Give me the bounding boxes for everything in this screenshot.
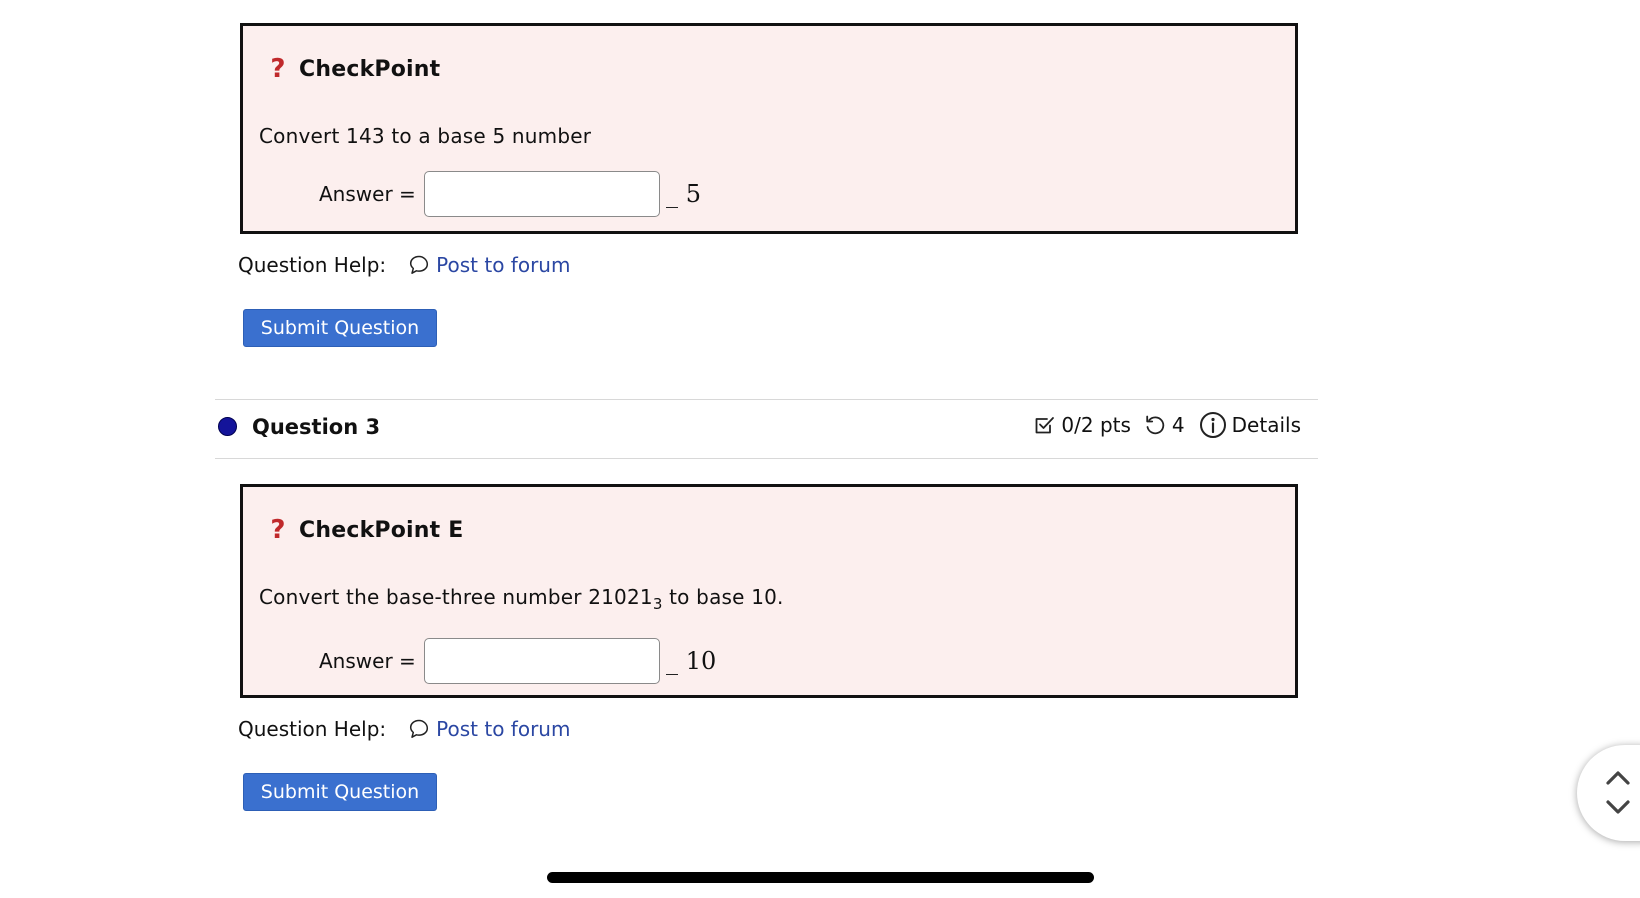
prompt-suffix: to base 10. <box>662 585 784 609</box>
question-3-header: Question 3 0/2 pts 4 Details <box>215 398 1303 458</box>
question-3-title-text: CheckPoint E <box>299 517 464 543</box>
question-2-title-text: CheckPoint <box>299 56 441 82</box>
question-3-prompt: Convert the base-three number 210213 to … <box>259 585 784 612</box>
chevron-up-icon <box>1606 771 1630 785</box>
question-3-answer-input[interactable] <box>423 638 660 684</box>
question-2-answer-input[interactable] <box>423 171 660 217</box>
base-underscore <box>665 207 678 208</box>
question-mark-icon: ? <box>270 515 286 545</box>
question-3-help-row: Question Help: Post to forum <box>238 717 570 741</box>
points-indicator: 0/2 pts <box>1032 413 1131 437</box>
submit-question-3-button[interactable]: Submit Question <box>243 773 437 811</box>
question-2-box: ? CheckPoint Convert 143 to a base 5 num… <box>240 23 1298 234</box>
checkbox-icon <box>1036 417 1055 434</box>
base-underscore <box>665 674 678 675</box>
details-text: Details <box>1231 413 1301 437</box>
divider-bottom <box>215 458 1318 459</box>
post-to-forum-text: Post to forum <box>436 717 571 741</box>
answer-label: Answer = <box>319 182 416 206</box>
scroll-widget <box>1577 745 1640 841</box>
points-text: 0/2 pts <box>1061 413 1131 437</box>
scroll-down-button[interactable] <box>1603 795 1633 819</box>
question-3-box: ? CheckPoint E Convert the base-three nu… <box>240 484 1298 698</box>
submit-question-2-button[interactable]: Submit Question <box>243 309 437 347</box>
question-3-meta: 0/2 pts 4 Details <box>1032 411 1301 439</box>
attempts-indicator: 4 <box>1143 413 1185 437</box>
post-to-forum-text: Post to forum <box>436 253 571 277</box>
post-to-forum-link[interactable]: Post to forum <box>408 717 570 741</box>
question-3-label: Question 3 <box>252 415 381 439</box>
question-help-label: Question Help: <box>238 717 387 741</box>
attempts-text: 4 <box>1171 413 1185 437</box>
prompt-subscript: 3 <box>652 595 663 613</box>
speech-bubble-icon <box>410 719 429 738</box>
post-to-forum-link[interactable]: Post to forum <box>408 253 570 277</box>
details-button[interactable]: Details <box>1199 411 1301 439</box>
base-value: 5 <box>685 180 702 208</box>
scroll-up-button[interactable] <box>1603 766 1633 790</box>
answer-label: Answer = <box>319 649 416 673</box>
speech-bubble-icon <box>410 255 429 274</box>
retry-icon <box>1146 415 1165 435</box>
base-value: 10 <box>685 647 717 675</box>
question-3-title: ? CheckPoint E <box>263 515 463 545</box>
question-2-answer-row: Answer = 5 <box>319 171 701 217</box>
status-dot <box>218 417 237 436</box>
question-3-answer-row: Answer = 10 <box>319 638 716 684</box>
question-2-prompt: Convert 143 to a base 5 number <box>259 124 592 148</box>
home-indicator <box>547 872 1094 883</box>
chevron-down-icon <box>1606 800 1630 814</box>
question-help-label: Question Help: <box>238 253 387 277</box>
base-subscript: 10 <box>665 647 717 675</box>
info-icon <box>1199 412 1226 438</box>
base-subscript: 5 <box>665 180 702 208</box>
question-2-title: ? CheckPoint <box>263 54 440 84</box>
question-mark-icon: ? <box>270 54 286 84</box>
prompt-prefix: Convert the base-three number 21021 <box>259 585 653 609</box>
question-2-help-row: Question Help: Post to forum <box>238 253 570 277</box>
